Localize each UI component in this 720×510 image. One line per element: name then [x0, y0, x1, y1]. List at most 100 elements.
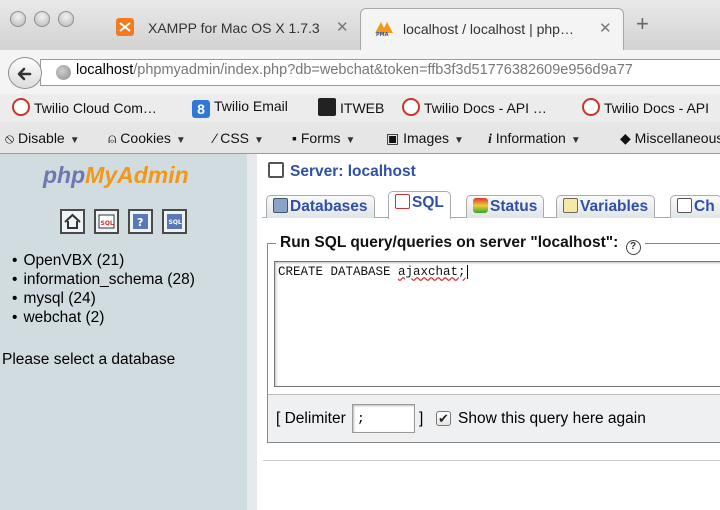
- menu-disable[interactable]: ⦸ Disable ▼: [5, 130, 80, 147]
- sql-icon: [395, 194, 410, 209]
- dropdown-arrow-icon: ▼: [69, 135, 80, 146]
- sql-query-textarea[interactable]: [274, 261, 720, 387]
- close-tab-icon[interactable]: ✕: [599, 19, 612, 37]
- sql-query-legend: Run SQL query/queries on server "localho…: [276, 234, 645, 255]
- sql-help-icon: SQL: [167, 214, 182, 229]
- globe-icon: [56, 65, 71, 80]
- info-icon: i: [488, 132, 492, 147]
- bookmark-twilio-docs-2[interactable]: Twilio Docs - API: [582, 98, 709, 118]
- menu-label: Miscellaneous: [634, 130, 720, 146]
- delimiter-input[interactable]: ;: [352, 404, 415, 433]
- logo-myadmin: MyAdmin: [85, 162, 189, 188]
- database-link[interactable]: webchat (2): [12, 308, 195, 327]
- legend-text: Run SQL query/queries on server "localho…: [280, 234, 619, 251]
- tab-charsets[interactable]: Ch: [670, 195, 720, 218]
- delimiter-label: [ Delimiter: [276, 410, 346, 427]
- show-query-checkbox[interactable]: ✔: [436, 411, 451, 426]
- bookmark-label: ITWEB: [340, 100, 385, 116]
- xampp-icon: [116, 18, 134, 36]
- menu-label: CSS: [220, 130, 250, 146]
- bookmark-twilio-docs-1[interactable]: Twilio Docs - API …: [402, 98, 547, 118]
- bookmark-label: Twilio Docs - API: [604, 100, 710, 116]
- new-tab-button[interactable]: +: [636, 13, 649, 35]
- pma-navigation-frame: [0, 154, 247, 510]
- url-path: /phpmyadmin/index.php?db=webchat&token=f…: [133, 62, 633, 78]
- menu-cookies[interactable]: ⍝ Cookies ▼: [108, 130, 186, 147]
- menu-label: Forms: [300, 130, 341, 146]
- dropdown-arrow-icon: ▼: [254, 135, 264, 146]
- menu-label: Information: [495, 130, 566, 146]
- zoom-window-button[interactable]: [58, 11, 74, 27]
- menu-forms[interactable]: ▪ Forms ▼: [292, 130, 355, 146]
- query-window-button[interactable]: SQL: [94, 209, 119, 234]
- clipboard-icon: ▪: [292, 130, 297, 146]
- help-icon[interactable]: ?: [625, 240, 641, 255]
- database-link[interactable]: OpenVBX (21): [12, 251, 195, 270]
- sql-docs-button[interactable]: SQL: [162, 209, 187, 234]
- section-divider: [263, 460, 720, 461]
- wand-icon: ⁄: [214, 130, 217, 146]
- tab-title: XAMPP for Mac OS X 1.7.3: [148, 20, 320, 36]
- bookmark-label: Twilio Email: [214, 98, 288, 114]
- cube-icon: ◆: [620, 130, 631, 146]
- menu-images[interactable]: ▣ Images ▼: [386, 130, 464, 147]
- image-icon: ▣: [386, 130, 400, 146]
- show-query-label[interactable]: Show this query here again: [458, 410, 646, 428]
- twilio-icon: [402, 98, 420, 116]
- menu-label: Cookies: [120, 130, 171, 146]
- bookmark-itweb[interactable]: ITWEB: [318, 98, 384, 118]
- server-icon: [268, 162, 284, 178]
- pma-logo[interactable]: phpMyAdmin: [43, 162, 189, 189]
- server-title: Server: localhost: [290, 163, 416, 180]
- traffic-light-icon: [473, 198, 488, 213]
- bookmark-label: Twilio Docs - API …: [424, 100, 547, 116]
- database-list: OpenVBX (21) information_schema (28) mys…: [12, 251, 195, 327]
- sql-database-name: ajaxchat;: [398, 265, 466, 279]
- back-arrow-icon: [17, 67, 32, 81]
- tab-phpmyadmin[interactable]: PMA localhost / localhost | php… ✕: [360, 8, 624, 50]
- tab-databases[interactable]: Databases: [266, 195, 375, 218]
- svg-text:SQL: SQL: [169, 219, 182, 226]
- tab-label: Variables: [580, 198, 649, 215]
- dropdown-arrow-icon: ▼: [345, 135, 356, 146]
- tab-sql[interactable]: SQL: [388, 191, 451, 219]
- bookmark-twilio-email[interactable]: 8 Twilio Email: [192, 98, 288, 118]
- back-button[interactable]: [8, 57, 42, 89]
- svg-text:SQL: SQL: [101, 220, 114, 227]
- frame-divider[interactable]: [247, 154, 257, 510]
- url-text[interactable]: localhost/phpmyadmin/index.php?db=webcha…: [76, 62, 633, 78]
- tab-title: localhost / localhost | php…: [403, 21, 574, 37]
- database-link[interactable]: mysql (24): [12, 289, 195, 308]
- tab-status[interactable]: Status: [466, 195, 545, 218]
- close-tab-icon[interactable]: ✕: [336, 18, 349, 36]
- close-window-button[interactable]: [10, 11, 26, 27]
- dropdown-arrow-icon: ▼: [570, 135, 581, 146]
- bookmark-twilio-cloud[interactable]: Twilio Cloud Com…: [12, 98, 157, 118]
- database-icon: [273, 198, 288, 213]
- itweb-icon: [318, 98, 336, 116]
- menu-miscellaneous[interactable]: ◆ Miscellaneous: [620, 130, 720, 147]
- select-database-prompt: Please select a database: [2, 351, 176, 368]
- menu-css[interactable]: ⁄ CSS ▼: [214, 130, 264, 146]
- charset-icon: [677, 198, 692, 213]
- documentation-button[interactable]: ?: [128, 209, 153, 234]
- sql-keyword-text: CREATE DATABASE: [278, 265, 399, 279]
- home-button[interactable]: [60, 209, 85, 234]
- tab-variables[interactable]: Variables: [556, 195, 656, 218]
- variables-icon: [563, 198, 578, 213]
- dropdown-arrow-icon: ▼: [454, 135, 464, 146]
- prohibited-icon: ⦸: [5, 130, 15, 146]
- database-link[interactable]: information_schema (28): [12, 270, 194, 289]
- minimize-window-button[interactable]: [34, 11, 50, 27]
- menu-label: Disable: [18, 130, 65, 146]
- email-icon: 8: [192, 100, 210, 118]
- tab-label: Databases: [290, 198, 368, 215]
- menu-information[interactable]: i Information ▼: [488, 130, 581, 148]
- sql-window-icon: SQL: [98, 214, 115, 229]
- tab-xampp[interactable]: XAMPP for Mac OS X 1.7.3 ✕: [104, 8, 360, 50]
- person-icon: ⍝: [108, 130, 117, 146]
- sql-query-text[interactable]: CREATE DATABASE ajaxchat;: [278, 265, 468, 279]
- server-breadcrumb[interactable]: Server: localhost: [268, 162, 416, 181]
- url-host: localhost: [76, 62, 134, 78]
- tab-label: Status: [490, 198, 538, 215]
